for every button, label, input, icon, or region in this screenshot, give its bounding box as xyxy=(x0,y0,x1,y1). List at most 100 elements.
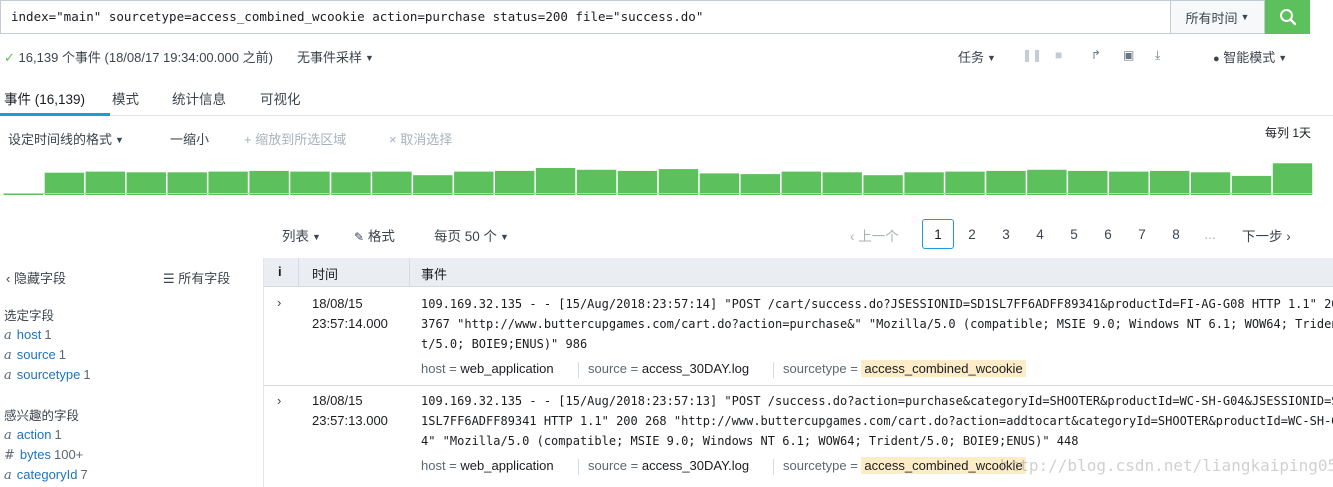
timeline-bar[interactable] xyxy=(1272,163,1313,195)
timeline-bar[interactable] xyxy=(535,168,576,195)
hide-fields-button[interactable]: ‹ 隐藏字段 xyxy=(6,268,66,287)
timeline-axis xyxy=(3,193,1313,194)
tab-patterns[interactable]: 模式 xyxy=(112,88,139,108)
next-page-button[interactable]: 下一步 › xyxy=(1242,225,1291,245)
zoom-out-button[interactable]: 一缩小 xyxy=(170,129,209,148)
row-expand-icon[interactable]: › xyxy=(277,393,281,408)
host-label: host = xyxy=(421,458,457,473)
timeline-bar[interactable] xyxy=(699,173,740,195)
timeline-bar[interactable] xyxy=(740,174,780,195)
timeline-bar[interactable] xyxy=(658,169,699,195)
field-type-string-icon: a xyxy=(4,368,12,383)
timeline-bar[interactable] xyxy=(495,170,535,195)
all-fields-button[interactable]: ☰ 所有字段 xyxy=(163,268,230,287)
field-item[interactable]: # bytes 100+ xyxy=(4,447,83,463)
timeline-bar[interactable] xyxy=(290,171,330,195)
timeline-bar[interactable] xyxy=(904,172,944,195)
search-input[interactable]: index="main" sourcetype=access_combined_… xyxy=(0,0,1170,34)
event-raw-line: t/5.0; BOIE9;ENUS)" 986 xyxy=(421,337,588,351)
timeline-bar[interactable] xyxy=(208,171,248,195)
active-tab-indicator xyxy=(0,113,110,116)
chevron-left-icon: ‹ xyxy=(6,271,11,286)
page-button-1[interactable]: 1 xyxy=(922,219,954,249)
timeline-bar[interactable] xyxy=(617,170,658,195)
field-name: host xyxy=(16,327,42,342)
stop-icon[interactable]: ■ xyxy=(1055,48,1062,62)
timeline-bar[interactable] xyxy=(1027,169,1067,195)
timeline-bar[interactable] xyxy=(454,171,494,195)
host-value: web_application xyxy=(460,361,554,376)
timeline-bar[interactable] xyxy=(945,171,985,195)
field-item[interactable]: a action 1 xyxy=(4,427,62,443)
row-expand-icon[interactable]: › xyxy=(277,295,281,310)
timeline-bar[interactable] xyxy=(1109,171,1149,195)
field-item[interactable]: a host 1 xyxy=(4,327,52,343)
caret-down-icon: ▼ xyxy=(1240,12,1250,22)
timeline-bar[interactable] xyxy=(986,170,1026,195)
field-name: source xyxy=(16,347,56,362)
page-button-8[interactable]: 8 xyxy=(1160,219,1192,249)
export-icon[interactable]: ⤓ xyxy=(1155,48,1160,63)
timeline-bar[interactable] xyxy=(249,170,289,195)
pencil-icon: ✎ xyxy=(354,230,365,244)
event-host-field[interactable]: host = web_application xyxy=(421,458,554,473)
pause-icon[interactable]: ❚❚ xyxy=(1022,48,1042,62)
timeline-bar[interactable] xyxy=(167,172,207,195)
timeline-bar[interactable] xyxy=(781,171,821,195)
field-count: 1 xyxy=(58,347,67,362)
tab-visualization[interactable]: 可视化 xyxy=(260,88,301,108)
time-range-picker[interactable]: 所有时间 ▼ xyxy=(1170,0,1265,34)
caret-down-icon: ▼ xyxy=(987,53,996,63)
field-count: 1 xyxy=(54,427,62,442)
list-view-dropdown[interactable]: 列表 ▼ xyxy=(282,225,321,245)
timeline-format-dropdown[interactable]: 设定时间线的格式 ▼ xyxy=(8,129,124,148)
field-count: 7 xyxy=(80,467,88,482)
timeline-bar[interactable] xyxy=(822,172,862,195)
deselect-button[interactable]: × 取消选择 xyxy=(389,129,452,148)
timeline-bar[interactable] xyxy=(85,171,125,195)
time-column-header[interactable]: 时间 xyxy=(312,264,338,283)
timeline-bar[interactable] xyxy=(331,172,371,195)
print-icon[interactable]: ▣ xyxy=(1123,48,1134,62)
search-mode-dropdown[interactable]: ● 智能模式 ▼ xyxy=(1213,47,1287,66)
page-button-6[interactable]: 6 xyxy=(1092,219,1124,249)
event-date: 18/08/15 xyxy=(312,393,363,408)
timeline-bar[interactable] xyxy=(1190,172,1231,195)
page-button-2[interactable]: 2 xyxy=(956,219,988,249)
page-button-7[interactable]: 7 xyxy=(1126,219,1158,249)
format-button[interactable]: ✎ 格式 xyxy=(354,225,395,245)
timeline-bar[interactable] xyxy=(1150,170,1190,195)
field-item[interactable]: a categoryId 7 xyxy=(4,467,88,483)
event-sourcetype-field[interactable]: sourcetype = access_combined_wcookie xyxy=(783,457,1026,474)
prev-page-button[interactable]: ‹ 上一个 xyxy=(850,225,899,245)
field-item[interactable]: a source 1 xyxy=(4,347,66,363)
check-icon: ✓ xyxy=(4,50,15,65)
event-timeline-histogram[interactable] xyxy=(3,159,1313,195)
caret-down-icon: ▼ xyxy=(365,53,374,63)
caret-down-icon: ▼ xyxy=(500,232,509,242)
event-sourcetype-field[interactable]: sourcetype = access_combined_wcookie xyxy=(783,360,1026,377)
jobs-dropdown[interactable]: 任务 ▼ xyxy=(958,47,996,66)
field-count: 100+ xyxy=(53,447,84,462)
event-source-field[interactable]: source = access_30DAY.log xyxy=(588,458,749,473)
event-host-field[interactable]: host = web_application xyxy=(421,361,554,376)
page-button-5[interactable]: 5 xyxy=(1058,219,1090,249)
share-icon[interactable]: ↱ xyxy=(1091,48,1101,62)
timeline-bar[interactable] xyxy=(44,172,85,195)
zoom-selection-button[interactable]: + 缩放到所选区域 xyxy=(244,129,346,148)
field-item[interactable]: a sourcetype 1 xyxy=(4,367,91,383)
page-button-4[interactable]: 4 xyxy=(1024,219,1056,249)
event-count-summary: 16,139 个事件 (18/08/17 19:34:00.000 之前) xyxy=(18,50,273,65)
event-sampling-dropdown[interactable]: 无事件采样 ▼ xyxy=(297,47,374,66)
timeline-bar[interactable] xyxy=(576,169,617,195)
page-button-3[interactable]: 3 xyxy=(990,219,1022,249)
caret-down-icon: ▼ xyxy=(115,135,124,145)
tab-statistics[interactable]: 统计信息 xyxy=(172,88,226,108)
tab-events[interactable]: 事件 (16,139) xyxy=(4,88,85,108)
search-button[interactable] xyxy=(1265,0,1310,34)
timeline-bar[interactable] xyxy=(372,171,412,195)
event-source-field[interactable]: source = access_30DAY.log xyxy=(588,361,749,376)
timeline-bar[interactable] xyxy=(126,172,166,195)
per-page-dropdown[interactable]: 每页 50 个 ▼ xyxy=(434,225,509,245)
timeline-bar[interactable] xyxy=(1068,170,1108,195)
